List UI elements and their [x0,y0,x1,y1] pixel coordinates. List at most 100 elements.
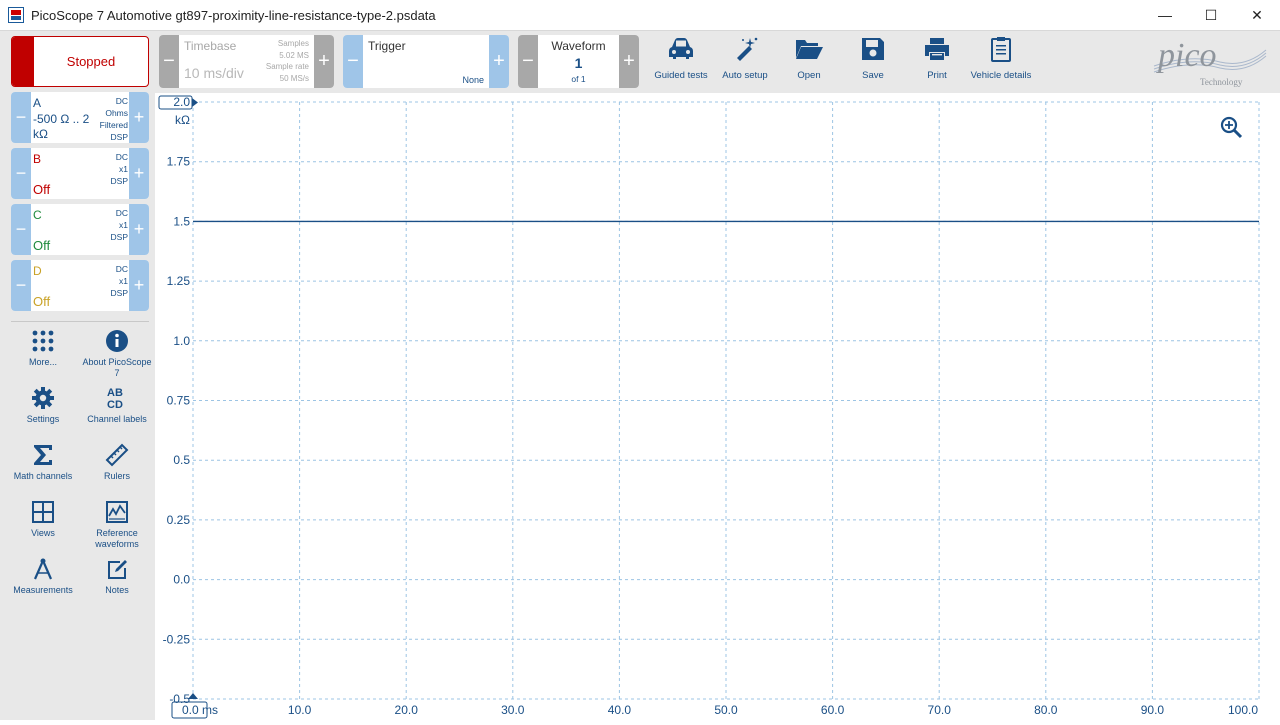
measurements-label: Measurements [13,585,73,595]
waveform-previous-button[interactable]: − [518,35,538,88]
guided-tests-button[interactable]: Guided tests [648,36,714,81]
run-state-label: Stopped [66,54,116,69]
rulers-label: Rulers [103,471,130,481]
about-label: About PicoScope 7 [82,357,152,378]
x-tick-label: 30.0 [501,703,525,717]
save-button[interactable]: Save [840,36,906,81]
logo-subtext: Technology [1200,77,1243,87]
zoom-in-icon-handle [1232,128,1243,139]
sigma-icon [34,445,52,465]
vehicle-details-button[interactable]: Vehicle details [968,36,1034,81]
reference-waveform-icon [106,501,128,523]
waveform-next-button[interactable]: + [619,35,639,88]
channel-c-panel[interactable]: − + C Off DC x1 DSP [11,204,149,255]
channel-c-decrease-button[interactable]: − [11,204,31,255]
trigger-mode[interactable]: None [462,75,484,85]
x-tick-label: 20.0 [395,703,419,717]
y-tick-label: 0.0 [173,573,190,587]
printer-icon [925,38,949,60]
minimize-button[interactable]: — [1142,0,1188,31]
notes-icon [108,560,127,579]
timebase-control: − + Timebase 10 ms/div Samples 5.02 MS S… [159,35,334,88]
run-stop-button[interactable]: Stopped [11,36,149,87]
x-tick-label: 50.0 [714,703,738,717]
more-label: More... [28,357,57,367]
print-button[interactable]: Print [904,36,970,81]
svg-text:AB: AB [107,387,123,399]
title-bar: PicoScope 7 Automotive gt897-proximity-l… [0,0,1280,31]
channel-labels-label: Channel labels [87,414,147,424]
y-tick-label: 2.0 [173,95,190,109]
channel-a-panel[interactable]: − + A -500 Ω .. 2 kΩ DC Ohms Filtered DS… [11,92,149,143]
samples-value: 5.02 MS [279,50,309,60]
channel-b-dsp: DSP [110,176,128,186]
channel-a-probe: Ohms [105,108,128,118]
channel-c-increase-button[interactable]: + [129,204,149,255]
channel-a-decrease-button[interactable]: − [11,92,31,143]
sampling-info: Samples 5.02 MS Sample rate 50 MS/s [266,38,309,84]
channel-d-decrease-button[interactable]: − [11,260,31,311]
auto-setup-button[interactable]: Auto setup [712,36,778,81]
channel-d-range[interactable]: Off [33,294,50,309]
x-tick-label: 60.0 [821,703,845,717]
channel-a-range[interactable]: -500 Ω .. 2 kΩ [33,112,105,142]
folder-open-icon [796,40,823,59]
waveform-index[interactable]: 1 [538,55,619,71]
y-tick-label: 0.75 [167,394,191,408]
window-title: PicoScope 7 Automotive gt897-proximity-l… [31,8,436,23]
pico-logo: pico Technology [1150,36,1268,88]
x-tick-label: 90.0 [1141,703,1165,717]
timebase-value[interactable]: 10 ms/div [184,65,244,81]
settings-label: Settings [26,414,60,424]
about-button[interactable]: About PicoScope 7 [82,329,152,379]
settings-button[interactable]: Settings [8,386,78,425]
y-tick-label: 0.5 [173,453,190,467]
channel-b-decrease-button[interactable]: − [11,148,31,199]
channel-b-coupling: DC [115,152,128,162]
x-tick-label: 0.0 ms [182,703,218,717]
x-tick-label: 100.0 [1228,703,1258,717]
scope-view[interactable]: 2.0 1.75 1.5 1.25 1.0 0.75 0.5 0.25 0.0 -0.25 -0.5… [158,93,1280,720]
open-button[interactable]: Open [776,36,842,81]
x-tick-label: 70.0 [928,703,952,717]
x-tick-label: 10.0 [288,703,312,717]
info-icon [106,330,128,352]
timebase-decrease-button[interactable]: − [159,35,179,88]
channel-labels-button[interactable]: AB CD Channel labels [82,386,152,425]
channel-d-increase-button[interactable]: + [129,260,149,311]
waveform-label: Waveform [551,39,606,53]
channel-b-range[interactable]: Off [33,182,50,197]
reference-waveforms-button[interactable]: Reference waveforms [82,500,152,550]
timebase-increase-button[interactable]: + [314,35,334,88]
save-label: Save [862,70,884,81]
open-label: Open [797,70,821,81]
views-button[interactable]: Views [8,500,78,539]
channel-d-probe: x1 [119,276,128,286]
close-button[interactable]: ✕ [1234,0,1280,31]
clipboard-icon [991,37,1011,62]
waveform-chart[interactable]: 2.01.751.51.251.00.750.50.250.0-0.25-0.5… [158,93,1280,720]
print-label: Print [927,70,947,81]
trigger-increase-button[interactable]: + [489,35,509,88]
pico-logo-mark: pico Technology [1153,37,1267,87]
samples-label: Samples [277,39,309,48]
channel-d-panel[interactable]: − + D Off DC x1 DSP [11,260,149,311]
sample-rate-label: Sample rate [265,62,309,71]
maximize-button[interactable]: ☐ [1188,0,1234,31]
channel-b-increase-button[interactable]: + [129,148,149,199]
x-tick-label: 40.0 [608,703,632,717]
notes-label: Notes [105,585,129,595]
channel-b-panel[interactable]: − + B Off DC x1 DSP [11,148,149,199]
guided-tests-label: Guided tests [654,70,708,81]
channel-a-increase-button[interactable]: + [129,92,149,143]
trigger-decrease-button[interactable]: − [343,35,363,88]
channel-c-range[interactable]: Off [33,238,50,253]
channel-d-dsp: DSP [110,288,128,298]
notes-button[interactable]: Notes [82,557,152,596]
math-channels-button[interactable]: Math channels [8,443,78,482]
measurements-button[interactable]: Measurements [8,557,78,596]
channel-a-coupling: DC [115,96,128,106]
channel-a-dsp: DSP [110,132,128,142]
more-button[interactable]: More... [8,329,78,368]
rulers-button[interactable]: Rulers [82,443,152,482]
